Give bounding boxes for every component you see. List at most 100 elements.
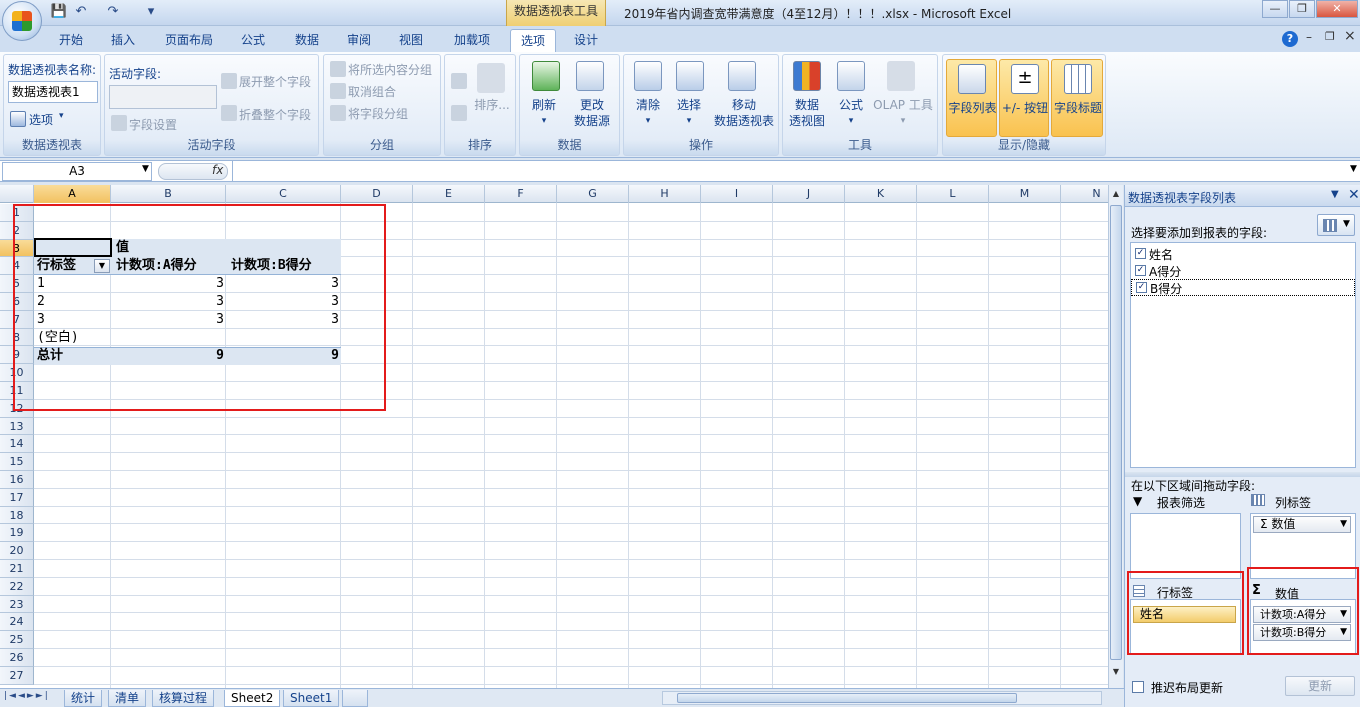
office-button[interactable] xyxy=(2,1,42,41)
column-header-m[interactable]: M xyxy=(989,185,1061,203)
sheet-nav-icons[interactable]: |◄◄►►| xyxy=(4,691,50,701)
tab-view[interactable]: 视图 xyxy=(390,29,432,52)
save-icon[interactable]: 💾 xyxy=(50,3,68,21)
column-header-j[interactable]: J xyxy=(773,185,845,203)
restore-button[interactable]: ❐ xyxy=(1289,0,1315,18)
row-header[interactable]: 19 xyxy=(0,524,34,543)
options-button[interactable]: 选项 xyxy=(29,111,53,128)
scroll-down-icon[interactable]: ▼ xyxy=(1110,667,1122,679)
field-list-button[interactable]: 字段列表 xyxy=(946,59,997,137)
row-header[interactable]: 16 xyxy=(0,471,34,489)
insert-sheet-icon[interactable] xyxy=(342,690,368,707)
row-header[interactable]: 15 xyxy=(0,453,34,471)
row-header[interactable]: 18 xyxy=(0,506,34,525)
column-header-g[interactable]: G xyxy=(557,185,629,203)
name-box[interactable]: A3 xyxy=(2,162,152,181)
sort-desc-icon[interactable] xyxy=(451,105,467,121)
row-header[interactable]: 23 xyxy=(0,595,34,614)
select-all-corner[interactable] xyxy=(0,185,34,203)
tab-page-layout[interactable]: 页面布局 xyxy=(155,29,223,52)
workbook-close-button[interactable]: × xyxy=(1344,28,1356,44)
change-source-button[interactable]: 更改 数据源 xyxy=(566,97,618,129)
customize-qat-icon[interactable]: ▾ xyxy=(142,3,160,21)
row-header[interactable]: 22 xyxy=(0,577,34,596)
undo-icon[interactable]: ↶ xyxy=(72,3,90,21)
field-checkbox[interactable]: ✓ xyxy=(1135,248,1146,259)
group-field-button[interactable]: 将字段分组 xyxy=(348,105,408,122)
sort-button[interactable]: 排序... xyxy=(471,97,513,113)
column-header-a[interactable]: A xyxy=(34,185,111,203)
formula-input[interactable] xyxy=(232,161,1350,181)
column-header-n[interactable]: N xyxy=(1061,185,1108,203)
column-field-values-chip[interactable]: Σ 数值 ▼ xyxy=(1253,516,1351,533)
report-filter-area[interactable] xyxy=(1130,513,1241,579)
name-box-dropdown-icon[interactable]: ▼ xyxy=(142,164,149,174)
tab-formulas[interactable]: 公式 xyxy=(232,29,274,52)
field-checkbox[interactable]: ✓ xyxy=(1135,265,1146,276)
sort-asc-icon[interactable] xyxy=(451,73,467,89)
hscroll-thumb[interactable] xyxy=(677,693,1017,703)
tab-insert[interactable]: 插入 xyxy=(102,29,144,52)
scroll-up-icon[interactable]: ▲ xyxy=(1110,189,1122,201)
select-button[interactable]: 选择 xyxy=(669,97,709,113)
plus-minus-buttons-button[interactable]: ± +/- 按钮 xyxy=(999,59,1049,137)
workbook-restore-button[interactable]: ❐ xyxy=(1325,30,1335,43)
group-selection-button[interactable]: 将所选内容分组 xyxy=(348,61,432,78)
row-header[interactable]: 25 xyxy=(0,631,34,649)
row-header[interactable]: 20 xyxy=(0,542,34,560)
collapse-field-button[interactable]: 折叠整个字段 xyxy=(239,106,311,123)
active-field-input[interactable] xyxy=(109,85,217,109)
redo-icon[interactable]: ↷ xyxy=(104,3,122,21)
insert-function-icon[interactable]: fx xyxy=(212,163,223,177)
sheet-tab-calc[interactable]: 核算过程 xyxy=(152,690,215,707)
column-header-c[interactable]: C xyxy=(226,185,341,203)
tab-options[interactable]: 选项 xyxy=(510,29,556,52)
move-pivot-button[interactable]: 移动 数据透视表 xyxy=(710,97,778,129)
row-header[interactable]: 14 xyxy=(0,435,34,454)
row-header[interactable]: 13 xyxy=(0,417,34,436)
field-item-name[interactable]: ✓ 姓名 xyxy=(1131,245,1355,262)
column-header-b[interactable]: B xyxy=(111,185,226,203)
defer-update-checkbox[interactable] xyxy=(1132,681,1144,693)
pivotchart-button[interactable]: 数据 透视图 xyxy=(785,97,829,129)
worksheet-grid[interactable]: A B C D E F G H I J K L M N 1 2 3 4 5 6 7 8 9 10 1… xyxy=(0,185,1108,688)
field-settings-button[interactable]: 字段设置 xyxy=(129,116,177,133)
pane-close-icon[interactable]: ✕ xyxy=(1348,187,1360,203)
clear-button[interactable]: 清除 xyxy=(628,97,668,113)
tab-addins[interactable]: 加载项 xyxy=(444,29,500,52)
column-header-d[interactable]: D xyxy=(341,185,413,203)
field-item-b-score[interactable]: ✓ B得分 xyxy=(1131,279,1355,296)
minimize-button[interactable]: — xyxy=(1262,0,1288,18)
tab-data[interactable]: 数据 xyxy=(286,29,328,52)
sheet-tab-sheet2[interactable]: Sheet2 xyxy=(224,690,281,707)
ungroup-button[interactable]: 取消组合 xyxy=(348,83,396,100)
help-icon[interactable]: ? xyxy=(1282,31,1298,47)
column-header-k[interactable]: K xyxy=(845,185,917,203)
field-item-a-score[interactable]: ✓ A得分 xyxy=(1131,262,1355,279)
row-header[interactable]: 21 xyxy=(0,560,34,578)
row-header[interactable]: 27 xyxy=(0,666,34,685)
sheet-tab-stats[interactable]: 统计 xyxy=(64,690,103,707)
scroll-thumb[interactable] xyxy=(1110,205,1122,660)
column-header-e[interactable]: E xyxy=(413,185,485,203)
close-button[interactable]: ✕ xyxy=(1316,0,1358,18)
tab-review[interactable]: 审阅 xyxy=(338,29,380,52)
pivot-name-input[interactable]: 数据透视表1 xyxy=(8,81,98,103)
workbook-minimize-button[interactable]: – xyxy=(1306,30,1312,44)
row-header[interactable]: 26 xyxy=(0,649,34,667)
field-headers-button[interactable]: 字段标题 xyxy=(1051,59,1103,137)
sheet-tab-list[interactable]: 清单 xyxy=(108,690,147,707)
expand-formula-bar-icon[interactable]: ▼ xyxy=(1350,164,1357,174)
update-button[interactable]: 更新 xyxy=(1285,676,1355,696)
formulas-button[interactable]: 公式 xyxy=(829,97,873,113)
tab-home[interactable]: 开始 xyxy=(50,29,92,52)
sheet-tab-sheet1[interactable]: Sheet1 xyxy=(283,690,340,707)
olap-tools-button[interactable]: OLAP 工具 xyxy=(871,97,935,113)
column-header-l[interactable]: L xyxy=(917,185,989,203)
field-checkbox[interactable]: ✓ xyxy=(1136,282,1147,293)
column-header-h[interactable]: H xyxy=(629,185,701,203)
row-header[interactable]: 17 xyxy=(0,488,34,507)
row-header[interactable]: 24 xyxy=(0,613,34,632)
tab-design[interactable]: 设计 xyxy=(564,29,608,52)
column-header-f[interactable]: F xyxy=(485,185,557,203)
